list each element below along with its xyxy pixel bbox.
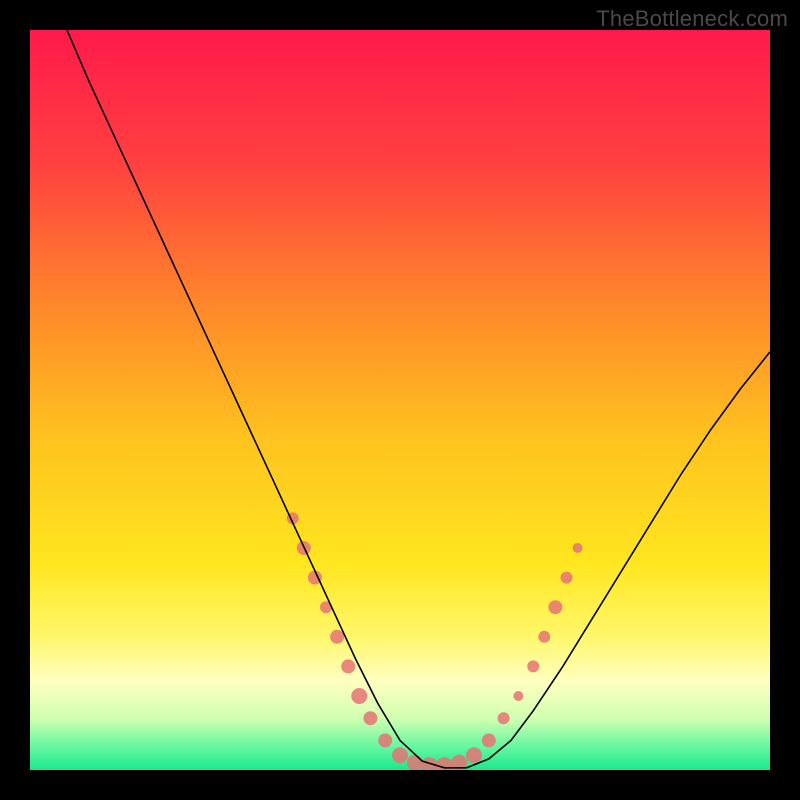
marker-point [330, 630, 344, 644]
marker-point [498, 712, 510, 724]
marker-point [392, 747, 408, 763]
bottleneck-chart [30, 30, 770, 770]
marker-point [513, 691, 523, 701]
marker-point [351, 688, 367, 704]
marker-point [573, 543, 583, 553]
marker-point [407, 755, 423, 770]
marker-point [363, 711, 377, 725]
chart-background [30, 30, 770, 770]
watermark-text: TheBottleneck.com [596, 6, 788, 32]
marker-point [466, 747, 482, 763]
marker-point [341, 659, 355, 673]
marker-point [561, 572, 573, 584]
marker-point [378, 733, 392, 747]
chart-frame [30, 30, 770, 770]
marker-point [482, 733, 496, 747]
marker-point [527, 660, 539, 672]
marker-point [548, 600, 562, 614]
marker-point [538, 631, 550, 643]
